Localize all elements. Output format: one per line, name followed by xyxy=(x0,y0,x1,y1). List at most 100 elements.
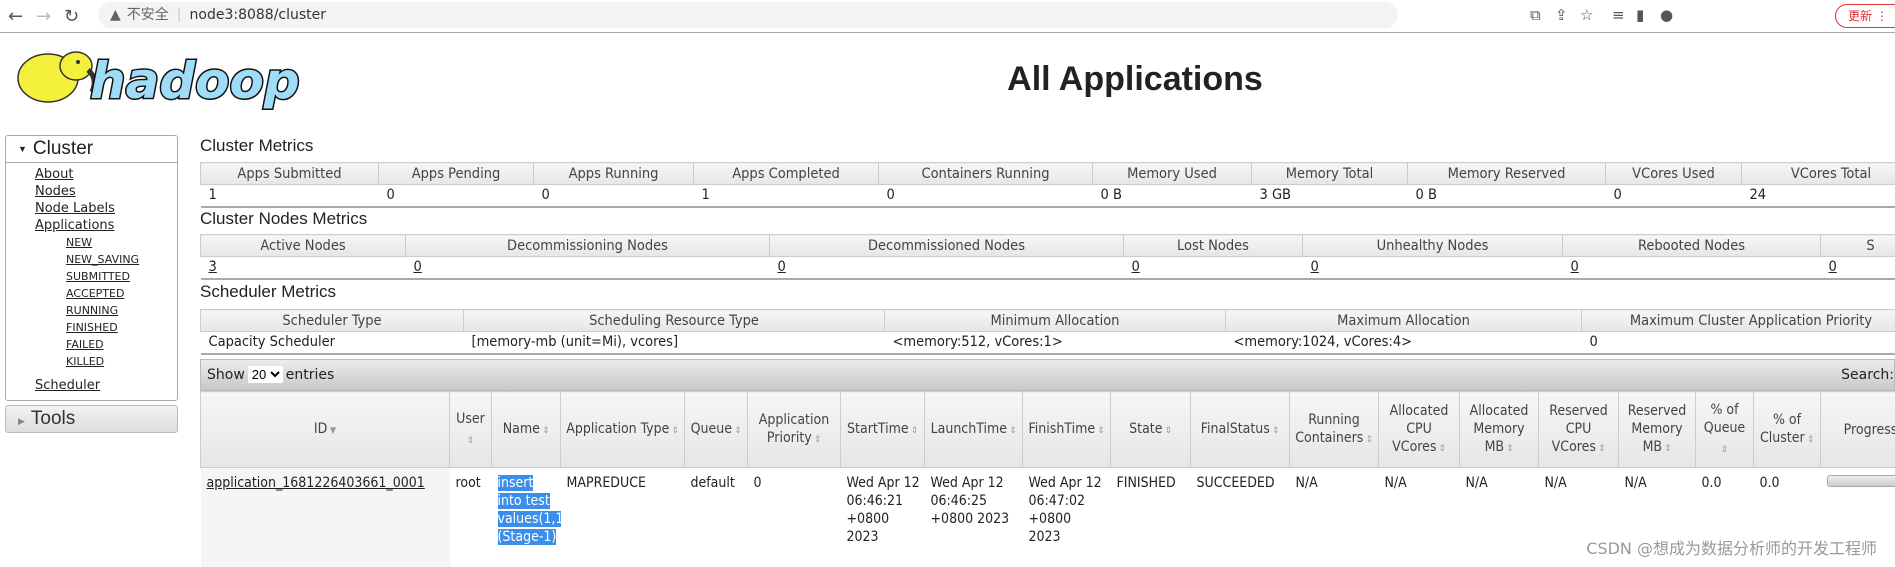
column-header[interactable]: Scheduler Type xyxy=(201,310,464,332)
metric-cell: 0 xyxy=(1606,185,1742,207)
column-header[interactable]: Minimum Allocation xyxy=(885,310,1226,332)
share-icon[interactable]: ⇪ xyxy=(1555,6,1568,24)
reload-icon[interactable]: ↻ xyxy=(64,6,79,27)
column-header--of-cluster[interactable]: % of Cluster ⇕ xyxy=(1754,392,1821,468)
column-header-reserved-cpu-vcores[interactable]: Reserved CPU VCores ⇕ xyxy=(1539,392,1619,468)
column-header-finalstatus[interactable]: FinalStatus ⇕ xyxy=(1191,392,1290,468)
column-header[interactable]: Lost Nodes xyxy=(1124,235,1303,257)
column-header[interactable]: Apps Running xyxy=(534,163,694,185)
tools-section-toggle[interactable]: ▶Tools xyxy=(5,405,178,433)
metric-link[interactable]: 0 xyxy=(414,259,422,275)
column-header-finishtime[interactable]: FinishTime ⇕ xyxy=(1023,392,1111,468)
cell: application_1681226403661_0001 xyxy=(201,468,450,567)
metric-link[interactable]: 0 xyxy=(1829,259,1837,275)
side-panel-icon[interactable]: ▮ xyxy=(1636,6,1644,24)
column-header-name[interactable]: Name ⇕ xyxy=(492,392,561,468)
metric-cell: 0 xyxy=(1563,257,1821,279)
column-header-application-type[interactable]: Application Type ⇕ xyxy=(561,392,685,468)
sort-icon: ⇕ xyxy=(1662,444,1671,454)
column-header[interactable]: Unhealthy Nodes xyxy=(1303,235,1563,257)
metric-link[interactable]: 0 xyxy=(1311,259,1319,275)
column-header-queue[interactable]: Queue ⇕ xyxy=(685,392,748,468)
sort-icon: ⇕ xyxy=(467,436,474,446)
metric-cell: Capacity Scheduler xyxy=(201,332,464,354)
warning-icon: ▲ xyxy=(110,7,121,23)
cluster-section-toggle[interactable]: ▼Cluster xyxy=(6,136,177,163)
column-header-allocated-cpu-vcores[interactable]: Allocated CPU VCores ⇕ xyxy=(1379,392,1460,468)
sidebar-link-applications[interactable]: Applications xyxy=(35,217,177,234)
cell-text: FINISHED xyxy=(1117,475,1176,491)
column-header[interactable]: Apps Pending xyxy=(379,163,534,185)
column-header[interactable]: Containers Running xyxy=(879,163,1093,185)
metric-link[interactable]: 0 xyxy=(1132,259,1140,275)
sidebar-link-state-submitted[interactable]: SUBMITTED xyxy=(66,268,177,285)
column-header[interactable]: Memory Reserved xyxy=(1408,163,1606,185)
column-header-progress[interactable]: Progress xyxy=(1821,392,1895,468)
forward-icon[interactable]: → xyxy=(36,6,51,27)
cell: N/A xyxy=(1379,468,1460,567)
page-size-select[interactable]: 20 xyxy=(248,366,283,383)
column-header-running-containers[interactable]: Running Containers ⇕ xyxy=(1290,392,1379,468)
metric-cell: 0 xyxy=(1303,257,1563,279)
sidebar-link-state-new_saving[interactable]: NEW_SAVING xyxy=(66,251,177,268)
column-header[interactable]: Scheduling Resource Type xyxy=(464,310,885,332)
column-header[interactable]: VCores Total xyxy=(1742,163,1895,185)
column-header[interactable]: Maximum Allocation xyxy=(1226,310,1582,332)
update-button[interactable]: 更新 ⋮ xyxy=(1835,4,1895,28)
column-header[interactable]: Active Nodes xyxy=(201,235,406,257)
column-header[interactable]: Apps Completed xyxy=(694,163,879,185)
column-header-user[interactable]: User ⇕ xyxy=(450,392,492,468)
column-header--of-queue[interactable]: % of Queue ⇕ xyxy=(1696,392,1754,468)
metric-link[interactable]: 0 xyxy=(778,259,786,275)
cell: root xyxy=(450,468,492,567)
metric-link[interactable]: 3 xyxy=(209,259,217,275)
caret-down-icon: ▼ xyxy=(18,144,27,154)
column-header-allocated-memory-mb[interactable]: Allocated Memory MB ⇕ xyxy=(1460,392,1539,468)
metric-value: 0 B xyxy=(1416,187,1437,203)
column-header[interactable]: Decommissioned Nodes xyxy=(770,235,1124,257)
sidebar-link-state-finished[interactable]: FINISHED xyxy=(66,319,177,336)
column-header-state[interactable]: State ⇕ xyxy=(1111,392,1191,468)
cell-text: insert into test values(1,1)(Stage-1) xyxy=(498,475,561,545)
sidebar-link-nodes[interactable]: Nodes xyxy=(35,183,177,200)
cell-text: default xyxy=(691,475,735,491)
column-header-reserved-memory-mb[interactable]: Reserved Memory MB ⇕ xyxy=(1619,392,1696,468)
address-bar[interactable]: ▲不安全|node3:8088/cluster xyxy=(98,2,1398,28)
cell: Wed Apr 12 06:46:25 +0800 2023 xyxy=(925,468,1023,567)
sidebar-link-about[interactable]: About xyxy=(35,166,177,183)
star-icon[interactable]: ☆ xyxy=(1580,6,1593,24)
sidebar-link-state-killed[interactable]: KILLED xyxy=(66,353,177,370)
profile-icon[interactable]: ● xyxy=(1660,6,1673,24)
metric-cell: 24 xyxy=(1742,185,1895,207)
column-header[interactable]: Maximum Cluster Application Priority xyxy=(1582,310,1895,332)
reading-list-icon[interactable]: ≡ xyxy=(1612,6,1625,24)
sidebar-link-scheduler[interactable]: Scheduler xyxy=(35,377,177,394)
sidebar-link-state-accepted[interactable]: ACCEPTED xyxy=(66,285,177,302)
cell-text: SUCCEEDED xyxy=(1197,475,1275,491)
metric-value: 0 xyxy=(1590,334,1598,350)
sort-icon: ⇕ xyxy=(732,426,741,436)
translate-icon[interactable]: ⧉ xyxy=(1530,6,1541,24)
sidebar-link-state-new[interactable]: NEW xyxy=(66,234,177,251)
cell-text: Wed Apr 12 06:46:25 +0800 2023 xyxy=(931,475,1010,527)
column-header-launchtime[interactable]: LaunchTime ⇕ xyxy=(925,392,1023,468)
column-header[interactable]: Memory Used xyxy=(1093,163,1252,185)
column-header-application-priority[interactable]: Application Priority ⇕ xyxy=(748,392,841,468)
column-header[interactable]: Apps Submitted xyxy=(201,163,379,185)
cell-text: Wed Apr 12 06:47:02 +0800 2023 xyxy=(1029,475,1102,545)
sidebar-link-node-labels[interactable]: Node Labels xyxy=(35,200,177,217)
back-icon[interactable]: ← xyxy=(8,6,23,27)
column-header-starttime[interactable]: StartTime ⇕ xyxy=(841,392,925,468)
column-header[interactable]: Rebooted Nodes xyxy=(1563,235,1821,257)
sidebar-link-state-running[interactable]: RUNNING xyxy=(66,302,177,319)
column-header[interactable]: Memory Total xyxy=(1252,163,1408,185)
column-header[interactable]: VCores Used xyxy=(1606,163,1742,185)
application-id-link[interactable]: application_1681226403661_0001 xyxy=(207,475,425,491)
column-header[interactable]: Decommissioning Nodes xyxy=(406,235,770,257)
sidebar-link-state-failed[interactable]: FAILED xyxy=(66,336,177,353)
header-row: Apps SubmittedApps PendingApps RunningAp… xyxy=(201,163,1895,185)
column-header-id[interactable]: ID ▼ xyxy=(201,392,450,468)
url-text: node3:8088/cluster xyxy=(190,7,327,23)
column-header[interactable]: S xyxy=(1821,235,1895,257)
metric-link[interactable]: 0 xyxy=(1571,259,1579,275)
